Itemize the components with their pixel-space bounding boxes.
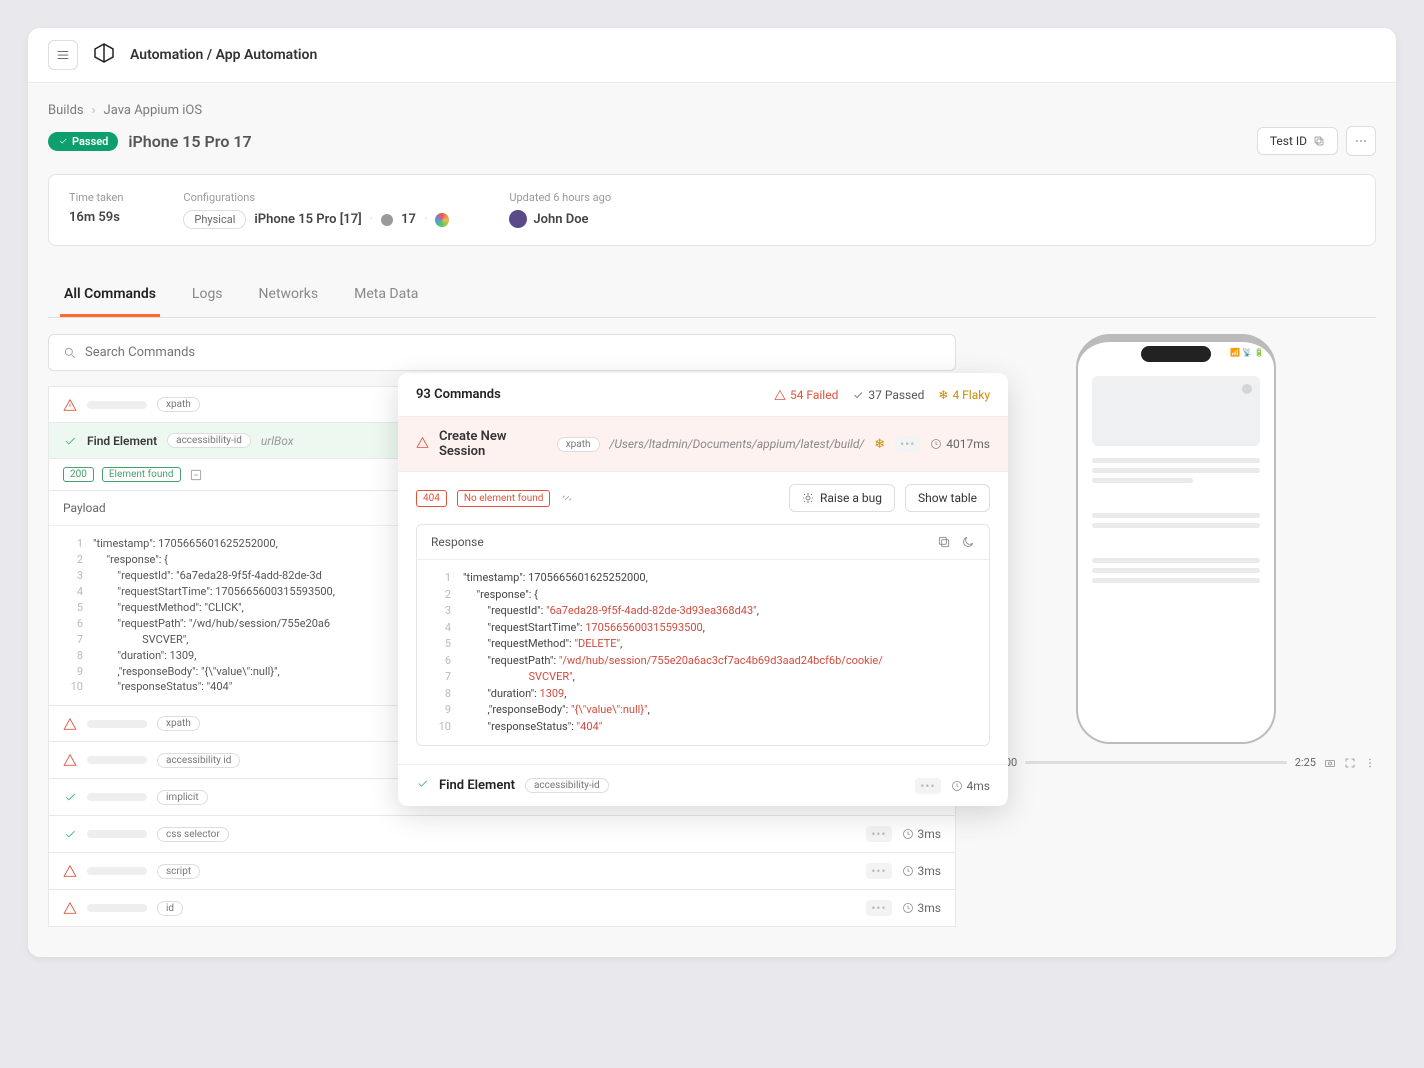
- breadcrumb: Builds › Java Appium iOS: [48, 103, 1376, 118]
- more-icon[interactable]: •••: [866, 900, 891, 916]
- image-placeholder: [1092, 376, 1260, 446]
- more-icon[interactable]: •••: [915, 778, 940, 794]
- warning-icon: [63, 901, 77, 915]
- check-icon: [63, 790, 77, 804]
- menu-button[interactable]: [48, 40, 78, 70]
- meta-card: Time taken 16m 59s Configurations Physic…: [48, 174, 1376, 246]
- more-icon[interactable]: •••: [895, 436, 920, 452]
- physical-tag: Physical: [183, 210, 246, 229]
- tab-meta-data[interactable]: Meta Data: [350, 274, 422, 317]
- moon-icon[interactable]: [961, 535, 975, 549]
- more-button[interactable]: [1346, 126, 1376, 156]
- test-id-button[interactable]: Test ID: [1257, 127, 1338, 155]
- expand-icon[interactable]: [189, 468, 203, 482]
- notch-icon: [1141, 346, 1211, 362]
- search-field[interactable]: [85, 345, 941, 360]
- device-preview: 📶 📡 🔋: [1076, 334, 1276, 744]
- warning-icon: [63, 864, 77, 878]
- tab-networks[interactable]: Networks: [255, 274, 323, 317]
- command-detail-popup: 93 Commands 54 Failed 37 Passed ❄ 4 Flak…: [398, 373, 1008, 806]
- check-icon: [63, 827, 77, 841]
- show-table-button[interactable]: Show table: [905, 484, 990, 512]
- warning-icon: [63, 398, 77, 412]
- check-icon: [63, 434, 77, 448]
- snowflake-icon: ❄: [874, 437, 885, 452]
- avatar: [509, 210, 527, 228]
- status-badge: Passed: [48, 132, 118, 151]
- apple-icon: [381, 214, 393, 226]
- raise-bug-button[interactable]: Raise a bug: [789, 484, 895, 512]
- header-breadcrumb: Automation / App Automation: [130, 47, 317, 63]
- logo-icon: [92, 41, 116, 69]
- status-icons: 📶 📡 🔋: [1230, 348, 1264, 357]
- passed-count: 37 Passed: [852, 388, 924, 402]
- video-scrubber[interactable]: [1025, 761, 1287, 764]
- check-icon: [416, 777, 429, 794]
- warning-icon: [63, 717, 77, 731]
- os-icon: [435, 213, 449, 227]
- response-code: 1"timestamp": 1705665601625252000,2 "res…: [417, 560, 989, 745]
- warning-icon: [416, 436, 429, 453]
- page-title: iPhone 15 Pro 17: [128, 132, 251, 151]
- copy-icon[interactable]: [937, 535, 951, 549]
- table-row[interactable]: css selector •••3ms: [48, 815, 956, 853]
- more-icon[interactable]: •••: [866, 863, 891, 879]
- tab-logs[interactable]: Logs: [188, 274, 227, 317]
- unlink-icon[interactable]: [560, 491, 574, 505]
- warning-icon: [63, 753, 77, 767]
- table-row[interactable]: script •••3ms: [48, 852, 956, 890]
- more-icon[interactable]: •••: [866, 826, 891, 842]
- chevron-right-icon: ›: [92, 103, 96, 118]
- failed-count: 54 Failed: [774, 388, 838, 402]
- flaky-count: ❄ 4 Flaky: [938, 388, 990, 402]
- fullscreen-icon[interactable]: [1344, 757, 1356, 769]
- search-input[interactable]: [48, 334, 956, 371]
- table-row[interactable]: id •••3ms: [48, 889, 956, 927]
- tab-all-commands[interactable]: All Commands: [60, 274, 160, 317]
- more-vertical-icon[interactable]: [1364, 757, 1376, 769]
- breadcrumb-project[interactable]: Java Appium iOS: [104, 103, 203, 118]
- breadcrumb-builds[interactable]: Builds: [48, 103, 84, 118]
- camera-icon[interactable]: [1324, 757, 1336, 769]
